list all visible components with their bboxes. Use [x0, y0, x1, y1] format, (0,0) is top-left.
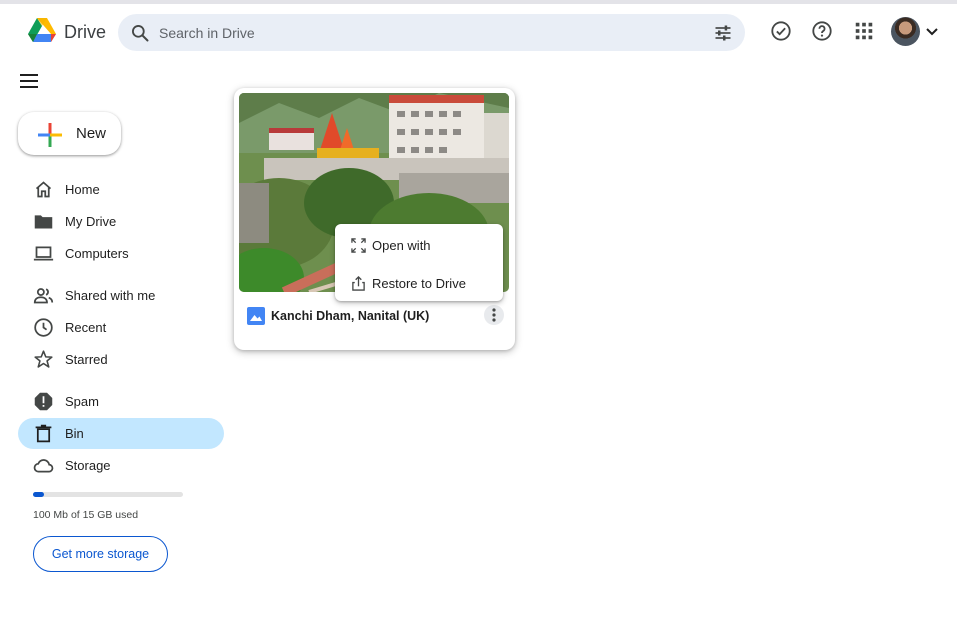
sidebar-item-label: Recent	[65, 320, 107, 335]
sidebar-item-label: Starred	[65, 352, 108, 367]
sidebar-item-recent[interactable]: Recent	[18, 312, 224, 343]
get-more-storage-button[interactable]: Get more storage	[33, 536, 168, 572]
trash-icon	[35, 424, 52, 443]
context-menu: Open with Restore to Drive	[335, 224, 503, 301]
ready-for-offline-icon[interactable]	[770, 20, 792, 42]
sidebar-item-bin[interactable]: Bin	[18, 418, 224, 449]
search-input[interactable]	[159, 14, 679, 51]
search-icon[interactable]	[130, 23, 150, 43]
drive-logo-icon[interactable]	[28, 18, 56, 44]
search-bar[interactable]	[118, 14, 745, 51]
sidebar-item-shared-with-me[interactable]: Shared with me	[18, 280, 224, 311]
account-avatar[interactable]	[891, 17, 920, 46]
sidebar-item-starred[interactable]: Starred	[18, 344, 224, 375]
file-card[interactable]: Kanchi Dham, Nanital (UK)	[234, 88, 515, 350]
clock-icon	[34, 318, 53, 337]
new-button[interactable]: New	[18, 112, 121, 155]
open-with-icon	[351, 238, 366, 253]
home-icon	[35, 181, 52, 198]
file-name[interactable]: Kanchi Dham, Nanital (UK)	[271, 309, 429, 323]
people-icon	[33, 288, 54, 304]
sidebar-item-label: My Drive	[65, 214, 117, 229]
main-menu-icon[interactable]	[19, 71, 39, 91]
menu-item-open-with[interactable]: Open with	[335, 229, 503, 261]
apps-grid-icon[interactable]	[853, 20, 875, 42]
new-button-label: New	[76, 125, 107, 142]
sidebar-item-home[interactable]: Home	[18, 174, 224, 205]
sidebar-item-label: Computers	[65, 246, 129, 261]
search-options-icon[interactable]	[713, 23, 733, 43]
sidebar-item-label: Home	[65, 182, 100, 197]
sidebar-item-spam[interactable]: Spam	[18, 386, 224, 417]
menu-item-restore-to-drive[interactable]: Restore to Drive	[335, 267, 503, 299]
folder-icon	[34, 215, 53, 229]
star-icon	[34, 350, 53, 368]
storage-usage-text: 100 Mb of 15 GB used	[33, 509, 139, 521]
app-title[interactable]: Drive	[64, 22, 106, 43]
menu-item-label: Restore to Drive	[372, 276, 466, 291]
image-file-icon	[247, 307, 265, 325]
more-vert-icon	[492, 308, 496, 322]
chevron-down-icon[interactable]	[924, 24, 940, 40]
header: Drive	[0, 4, 957, 60]
menu-item-label: Open with	[372, 238, 431, 253]
spam-icon	[34, 392, 53, 411]
restore-icon	[352, 276, 365, 291]
sidebar-item-label: Bin	[65, 426, 84, 441]
cloud-icon	[33, 459, 54, 473]
storage-progress-fill	[33, 492, 44, 497]
more-actions-button[interactable]	[484, 305, 504, 325]
sidebar-item-label: Storage	[65, 458, 111, 473]
sidebar-item-label: Shared with me	[65, 288, 156, 303]
computer-icon	[33, 246, 54, 261]
plus-icon	[38, 123, 62, 147]
sidebar-item-my-drive[interactable]: My Drive	[18, 206, 224, 237]
help-icon[interactable]	[811, 20, 833, 42]
storage-progress-bar	[33, 492, 183, 497]
sidebar-item-label: Spam	[65, 394, 99, 409]
sidebar-item-computers[interactable]: Computers	[18, 238, 224, 269]
sidebar-item-storage[interactable]: Storage	[18, 450, 224, 481]
